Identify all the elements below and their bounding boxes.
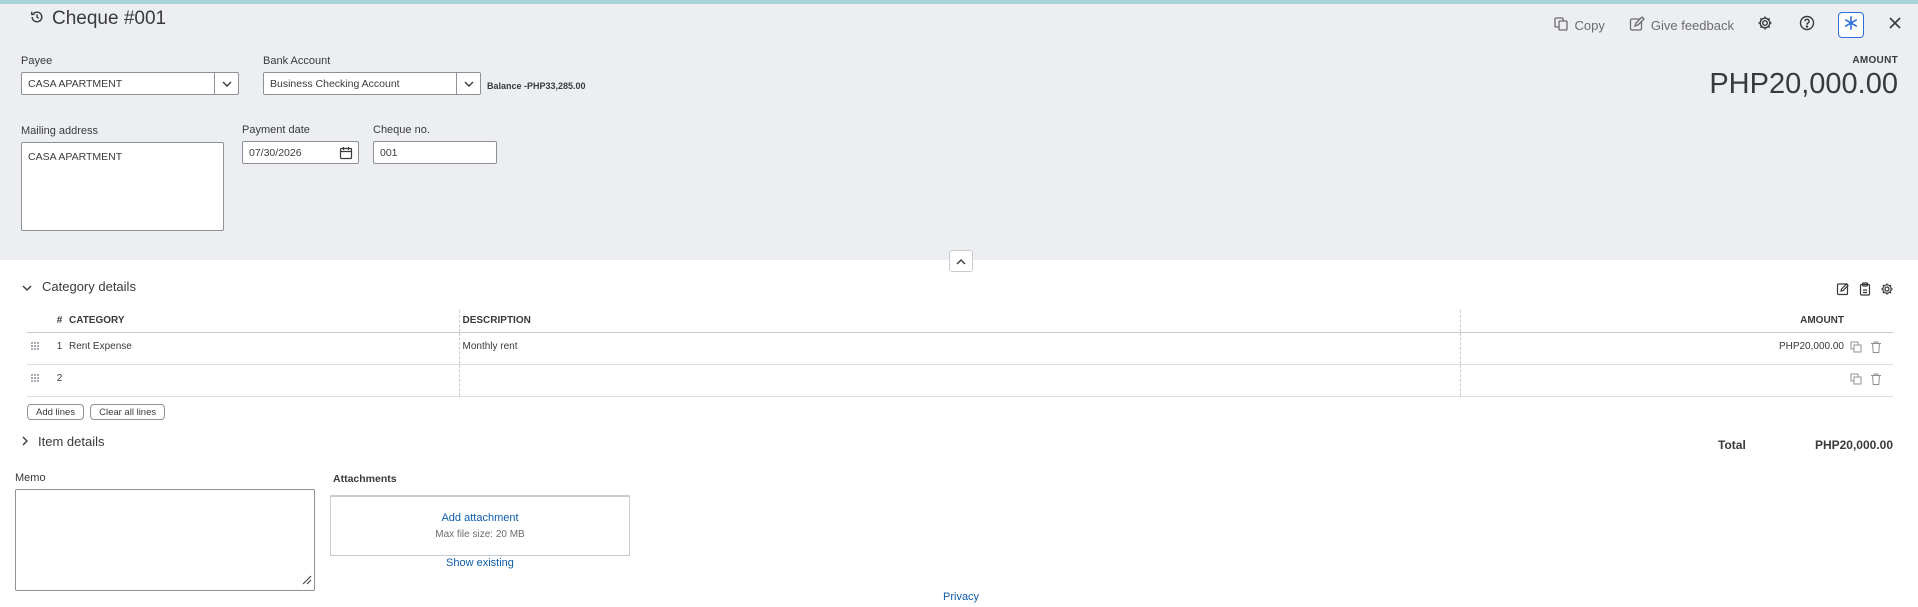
row-description[interactable] (458, 364, 1460, 397)
privacy-link[interactable]: Privacy (943, 591, 979, 603)
row-number: 2 (53, 364, 66, 397)
bank-account-select[interactable]: Business Checking Account (263, 72, 481, 95)
collapse-header-button[interactable] (949, 250, 973, 272)
edit-icon[interactable] (1836, 282, 1850, 301)
cheque-no-value: 001 (380, 146, 398, 159)
payee-label: Payee (21, 55, 53, 67)
attachment-dropzone[interactable]: Add attachment Max file size: 20 MB (330, 495, 630, 556)
close-icon (1888, 16, 1902, 35)
column-header-num: # (53, 310, 66, 333)
item-details-title: Item details (38, 434, 105, 449)
row-category[interactable] (66, 364, 459, 397)
column-header-amount: AMOUNT (1459, 310, 1847, 333)
chevron-down-icon[interactable] (214, 73, 238, 94)
memo-label: Memo (15, 472, 46, 484)
header-toolbar: Copy Give feedback (1529, 12, 1906, 38)
chevron-up-icon (956, 252, 966, 270)
trash-icon[interactable] (1870, 341, 1882, 356)
mailing-address-value: CASA APARTMENT (28, 151, 123, 163)
table-row[interactable]: 1 Rent Expense Monthly rent PHP20,000.00 (27, 332, 1893, 365)
column-header-description: DESCRIPTION (458, 310, 1460, 333)
copy-button[interactable]: Copy (1553, 16, 1605, 35)
chevron-down-icon (22, 279, 32, 294)
settings-button[interactable] (1754, 14, 1776, 36)
assistant-button[interactable] (1838, 12, 1864, 38)
category-details-toggle[interactable]: Category details (22, 279, 136, 294)
grid-tools (1836, 282, 1894, 301)
calendar-icon[interactable] (339, 146, 353, 163)
bank-balance: Balance -PHP33,285.00 (487, 81, 586, 91)
column-header-category: CATEGORY (66, 310, 459, 333)
chevron-down-icon[interactable] (456, 73, 480, 94)
feedback-icon (1629, 15, 1645, 35)
total-label: Total (1718, 438, 1746, 452)
resize-handle-icon[interactable] (302, 575, 312, 588)
line-actions: Add lines Clear all lines (27, 404, 166, 420)
row-actions (1847, 332, 1893, 365)
show-existing-link[interactable]: Show existing (446, 557, 514, 569)
page-title-text: Cheque #001 (52, 8, 167, 29)
bank-account-value: Business Checking Account (270, 77, 400, 90)
trash-icon[interactable] (1870, 373, 1882, 388)
payment-date-value: 07/30/2026 (249, 146, 302, 159)
feedback-label: Give feedback (1650, 17, 1734, 33)
copy-label: Copy (1574, 17, 1605, 33)
drag-handle[interactable] (27, 364, 53, 397)
payee-value: CASA APARTMENT (28, 77, 123, 90)
chevron-right-icon (22, 434, 28, 449)
clear-all-lines-button[interactable]: Clear all lines (90, 404, 166, 420)
cheque-no-input[interactable]: 001 (373, 141, 497, 164)
gear-icon[interactable] (1880, 282, 1894, 301)
drag-handle[interactable] (27, 332, 53, 365)
category-table: # CATEGORY DESCRIPTION AMOUNT 1 Rent Exp… (27, 310, 1893, 397)
item-details-toggle[interactable]: Item details (22, 434, 104, 449)
attachments-label: Attachments (333, 473, 397, 485)
add-lines-button[interactable]: Add lines (27, 404, 85, 420)
amount-label: AMOUNT (1852, 55, 1898, 66)
clipboard-icon[interactable] (1858, 282, 1872, 301)
amount-value: PHP20,000.00 (1709, 68, 1898, 100)
sparkle-icon (1844, 15, 1858, 35)
gear-icon (1757, 15, 1773, 36)
duplicate-icon[interactable] (1850, 373, 1862, 388)
max-file-size: Max file size: 20 MB (435, 529, 525, 540)
row-actions (1847, 364, 1893, 397)
help-icon (1799, 15, 1815, 36)
history-icon[interactable] (30, 8, 44, 30)
row-amount[interactable] (1459, 364, 1847, 397)
close-button[interactable] (1884, 14, 1906, 36)
table-row[interactable]: 2 (27, 364, 1893, 397)
page-title: Cheque #001 (30, 8, 166, 30)
add-attachment-link[interactable]: Add attachment (441, 512, 518, 524)
row-category[interactable]: Rent Expense (66, 332, 459, 365)
cheque-no-label: Cheque no. (373, 124, 430, 136)
copy-icon (1553, 16, 1569, 35)
row-number: 1 (53, 332, 66, 365)
row-description[interactable]: Monthly rent (458, 332, 1460, 365)
mailing-address-label: Mailing address (21, 125, 99, 137)
give-feedback-button[interactable]: Give feedback (1629, 15, 1734, 35)
total-value: PHP20,000.00 (1814, 438, 1893, 452)
bank-account-label: Bank Account (263, 55, 331, 67)
drag-column-header (27, 310, 53, 333)
memo-input[interactable] (15, 489, 315, 591)
actions-column-header (1847, 310, 1893, 333)
mailing-address-input[interactable]: CASA APARTMENT (21, 142, 224, 231)
table-header-row: # CATEGORY DESCRIPTION AMOUNT (27, 310, 1893, 333)
category-details-title: Category details (42, 279, 136, 294)
payee-select[interactable]: CASA APARTMENT (21, 72, 239, 95)
help-button[interactable] (1796, 14, 1818, 36)
payment-date-input[interactable]: 07/30/2026 (242, 141, 359, 164)
payment-date-label: Payment date (242, 124, 310, 136)
row-amount[interactable]: PHP20,000.00 (1459, 332, 1847, 365)
duplicate-icon[interactable] (1850, 341, 1862, 356)
